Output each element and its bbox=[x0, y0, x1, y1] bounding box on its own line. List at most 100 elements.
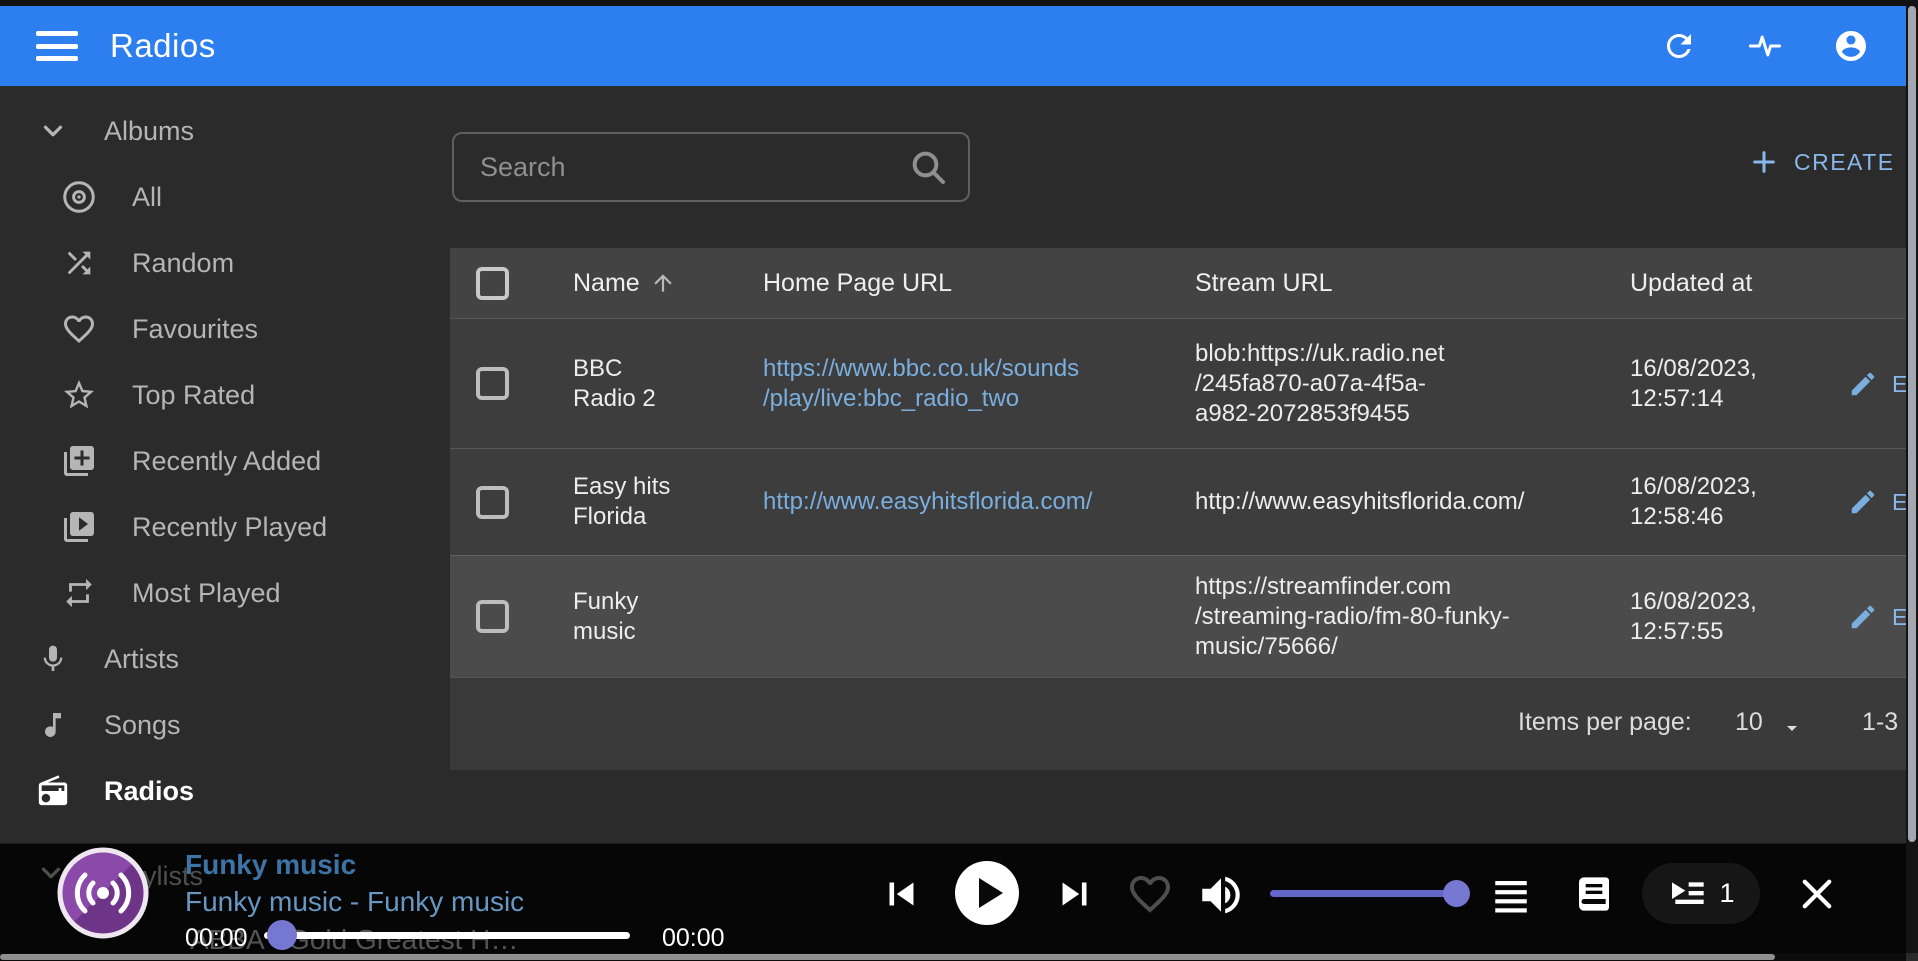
account-icon[interactable] bbox=[1832, 27, 1870, 65]
sidebar-item-label: Most Played bbox=[132, 578, 281, 609]
search-input[interactable] bbox=[454, 152, 908, 183]
chevron-down-icon bbox=[36, 116, 70, 146]
playlist-toggle-button[interactable]: 1 bbox=[1642, 863, 1760, 924]
edit-button[interactable]: EDIT bbox=[1830, 369, 1918, 399]
elapsed-time: 00:00 bbox=[185, 924, 248, 953]
play-icon bbox=[979, 878, 1003, 908]
volume-up-icon bbox=[1196, 870, 1246, 920]
sidebar-item-recently-added[interactable]: Recently Added bbox=[0, 428, 450, 494]
table-pagination: Items per page: 10 1-3 of 3 bbox=[450, 677, 1918, 770]
book-icon bbox=[1574, 874, 1614, 914]
sidebar-item-label: Songs bbox=[104, 710, 181, 741]
row-checkbox[interactable] bbox=[476, 600, 509, 633]
stream-url: blob:https://uk.radio.net /245fa870-a07a… bbox=[1180, 339, 1615, 429]
caret-down-icon[interactable] bbox=[1780, 716, 1804, 740]
stream-url: http://www.easyhitsflorida.com/ bbox=[1180, 487, 1615, 517]
pencil-icon bbox=[1848, 602, 1878, 632]
items-per-page-select[interactable]: 10 bbox=[1735, 708, 1763, 737]
radio-name: Easy hits Florida bbox=[550, 472, 750, 532]
column-header-stream[interactable]: Stream URL bbox=[1180, 269, 1615, 298]
sidebar-item-radios[interactable]: Radios bbox=[0, 758, 450, 824]
refresh-icon[interactable] bbox=[1660, 27, 1698, 65]
edit-button[interactable]: EDIT bbox=[1830, 487, 1918, 517]
pencil-icon bbox=[1848, 487, 1878, 517]
column-header-updated[interactable]: Updated at bbox=[1615, 269, 1830, 298]
radios-table: Name Home Page URL Stream URL Updated at… bbox=[450, 248, 1918, 770]
row-checkbox[interactable] bbox=[476, 486, 509, 519]
volume-slider[interactable] bbox=[1270, 890, 1456, 897]
favorite-button[interactable] bbox=[1126, 870, 1174, 918]
play-order-button[interactable] bbox=[1490, 874, 1532, 916]
play-button[interactable] bbox=[955, 861, 1019, 925]
player-bar: Playlists ABBA - Gold Greatest H… Funky … bbox=[0, 843, 1918, 953]
sidebar-item-label: Albums bbox=[104, 116, 194, 147]
close-player-button[interactable] bbox=[1796, 873, 1838, 915]
sidebar-item-albums[interactable]: Albums bbox=[0, 98, 450, 164]
pencil-icon bbox=[1848, 369, 1878, 399]
updated-at: 16/08/2023, 12:57:14 bbox=[1615, 354, 1830, 414]
album-icon bbox=[60, 179, 98, 215]
window-top-edge bbox=[0, 0, 1918, 6]
sidebar-item-label: Random bbox=[132, 248, 234, 279]
sidebar-item-most-played[interactable]: Most Played bbox=[0, 560, 450, 626]
sidebar: Albums All Random Favourites Top Rated R bbox=[0, 86, 450, 851]
updated-at: 16/08/2023, 12:58:46 bbox=[1615, 472, 1830, 532]
sidebar-item-favourites[interactable]: Favourites bbox=[0, 296, 450, 362]
sidebar-item-recently-played[interactable]: Recently Played bbox=[0, 494, 450, 560]
sidebar-item-top-rated[interactable]: Top Rated bbox=[0, 362, 450, 428]
plus-icon bbox=[1750, 148, 1778, 176]
table-row[interactable]: BBC Radio 2 https://www.bbc.co.uk/sounds… bbox=[450, 318, 1918, 448]
sidebar-item-label: Favourites bbox=[132, 314, 258, 345]
table-row[interactable]: Easy hits Florida http://www.easyhitsflo… bbox=[450, 448, 1918, 555]
search-box bbox=[452, 132, 970, 202]
edit-button[interactable]: EDIT bbox=[1830, 602, 1918, 632]
close-icon bbox=[1796, 873, 1838, 915]
queue-count: 1 bbox=[1719, 878, 1734, 909]
sidebar-item-label: Artists bbox=[104, 644, 179, 675]
progress-handle[interactable] bbox=[267, 920, 297, 950]
column-header-home[interactable]: Home Page URL bbox=[750, 269, 1180, 298]
table-header-row: Name Home Page URL Stream URL Updated at bbox=[450, 248, 1918, 318]
mic-icon bbox=[36, 643, 70, 675]
row-checkbox[interactable] bbox=[476, 367, 509, 400]
video-library-icon bbox=[60, 509, 98, 545]
create-button-label: CREATE bbox=[1794, 149, 1895, 176]
list-lines-icon bbox=[1490, 874, 1532, 916]
create-button[interactable]: CREATE bbox=[1750, 148, 1895, 176]
vertical-scrollbar-thumb[interactable] bbox=[1908, 6, 1916, 842]
items-per-page-label: Items per page: bbox=[1518, 708, 1692, 737]
table-row-selected[interactable]: Funky music https://streamfinder.com /st… bbox=[450, 555, 1918, 677]
home-page-link[interactable]: https://www.bbc.co.uk/sounds /play/live:… bbox=[763, 355, 1079, 412]
previous-track-button[interactable] bbox=[878, 871, 924, 917]
menu-icon[interactable] bbox=[36, 31, 78, 61]
home-page-link[interactable]: http://www.easyhitsflorida.com/ bbox=[763, 488, 1092, 515]
select-all-checkbox[interactable] bbox=[476, 267, 509, 300]
sidebar-item-label: Recently Added bbox=[132, 446, 321, 477]
app-window: Radios Albums All Random bbox=[0, 0, 1918, 961]
sidebar-item-random[interactable]: Random bbox=[0, 230, 450, 296]
volume-handle[interactable] bbox=[1443, 880, 1470, 907]
now-playing-title[interactable]: Funky music bbox=[185, 849, 356, 881]
repeat-icon bbox=[60, 576, 98, 610]
sidebar-item-artists[interactable]: Artists bbox=[0, 626, 450, 692]
heart-outline-icon bbox=[1126, 870, 1174, 918]
music-note-icon bbox=[36, 709, 70, 741]
progress-bar[interactable] bbox=[264, 932, 630, 939]
column-header-name[interactable]: Name bbox=[550, 269, 750, 298]
lyrics-button[interactable] bbox=[1574, 874, 1614, 914]
volume-button[interactable] bbox=[1196, 870, 1246, 920]
radio-name: Funky music bbox=[550, 587, 750, 647]
sidebar-item-all[interactable]: All bbox=[0, 164, 450, 230]
stream-url: https://streamfinder.com /streaming-radi… bbox=[1180, 572, 1615, 662]
sidebar-item-label: Recently Played bbox=[132, 512, 327, 543]
activity-icon[interactable] bbox=[1746, 27, 1784, 65]
horizontal-scrollbar-thumb[interactable] bbox=[0, 954, 1775, 960]
sidebar-item-label: All bbox=[132, 182, 162, 213]
shuffle-icon bbox=[60, 246, 98, 280]
sidebar-item-songs[interactable]: Songs bbox=[0, 692, 450, 758]
vertical-scrollbar bbox=[1906, 6, 1918, 953]
horizontal-scrollbar bbox=[0, 953, 1906, 961]
radio-cover-art[interactable] bbox=[56, 846, 150, 940]
library-add-icon bbox=[60, 443, 98, 479]
next-track-button[interactable] bbox=[1052, 871, 1098, 917]
